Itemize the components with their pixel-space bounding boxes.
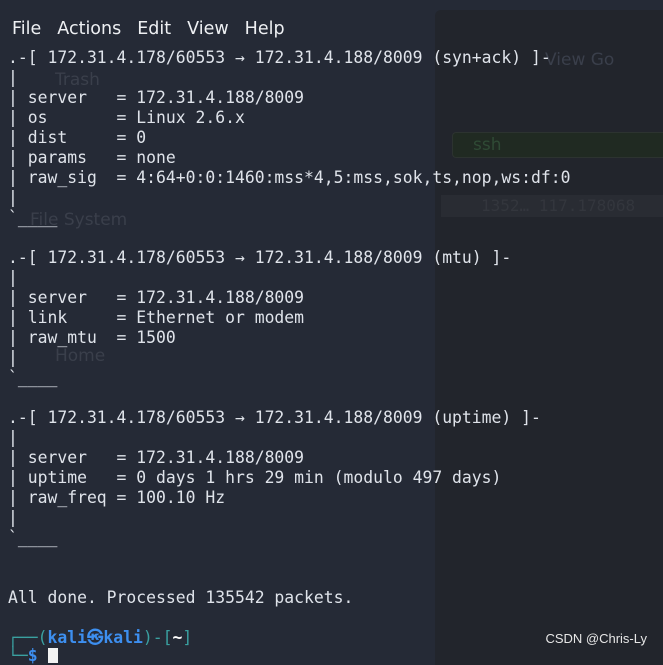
menu-file[interactable]: File	[12, 19, 41, 39]
pipe: |	[8, 508, 18, 527]
field-line: | os = Linux 2.6.x	[8, 108, 245, 127]
prompt-sep: )-[	[142, 628, 173, 647]
prompt-user: kali㉿kali	[47, 628, 143, 647]
block-footer: `____	[8, 528, 58, 547]
menu-edit[interactable]: Edit	[137, 19, 171, 39]
summary-line: All done. Processed 135542 packets.	[8, 588, 354, 607]
pipe: |	[8, 428, 18, 447]
block-header: .-[ 172.31.4.178/60553 → 172.31.4.188/80…	[8, 248, 512, 267]
prompt-line: ┌──(kali㉿kali)-[~]	[8, 628, 570, 648]
pipe: |	[8, 68, 18, 87]
field-line: | raw_freq = 100.10 Hz	[8, 488, 226, 507]
pipe: |	[8, 348, 18, 367]
pipe: |	[8, 188, 18, 207]
field-line: | raw_sig = 4:64+0:0:1460:mss*4,5:mss,so…	[8, 168, 571, 187]
menu-help[interactable]: Help	[245, 19, 285, 39]
prompt-end: ]	[182, 628, 193, 647]
field-line: | server = 172.31.4.188/8009	[8, 448, 305, 467]
prompt-corner: ┌──(	[8, 628, 48, 647]
field-line: | dist = 0	[8, 128, 147, 147]
menu-actions[interactable]: Actions	[57, 19, 121, 39]
input-line[interactable]: └─$	[8, 646, 570, 665]
block-header: .-[ 172.31.4.178/60553 → 172.31.4.188/80…	[8, 48, 551, 67]
field-line: | params = none	[8, 148, 176, 167]
cursor	[47, 648, 58, 663]
terminal-output[interactable]: .-[ 172.31.4.178/60553 → 172.31.4.188/80…	[8, 48, 570, 664]
menu-bar: File Actions Edit View Help	[0, 14, 285, 44]
prompt-symbol: $	[27, 646, 38, 665]
prompt-corner-bottom: └─	[8, 646, 28, 665]
block-footer: `____	[8, 208, 58, 227]
prompt-dir: ~	[172, 628, 183, 647]
field-line: | server = 172.31.4.188/8009	[8, 88, 305, 107]
field-line: | link = Ethernet or modem	[8, 308, 305, 327]
menu-view[interactable]: View	[187, 19, 229, 39]
field-line: | uptime = 0 days 1 hrs 29 min (modulo 4…	[8, 468, 502, 487]
field-line: | raw_mtu = 1500	[8, 328, 176, 347]
field-line: | server = 172.31.4.188/8009	[8, 288, 305, 307]
block-header: .-[ 172.31.4.178/60553 → 172.31.4.188/80…	[8, 408, 541, 427]
block-footer: `____	[8, 368, 58, 387]
watermark: CSDN @Chris-Ly	[545, 631, 647, 646]
pipe: |	[8, 268, 18, 287]
